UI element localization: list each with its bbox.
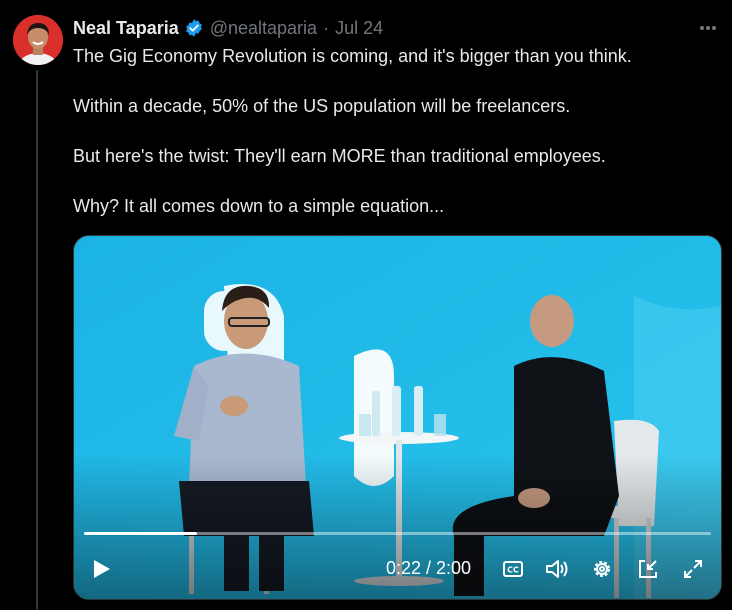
video-progress-bar[interactable]	[84, 532, 711, 535]
video-progress-fill	[84, 532, 197, 535]
svg-text:CC: CC	[507, 566, 519, 575]
author-handle[interactable]: @nealtaparia	[210, 18, 317, 39]
tweet-text: The Gig Economy Revolution is coming, an…	[73, 44, 713, 244]
tweet-header: Neal Taparia @nealtaparia · Jul 24	[73, 16, 722, 40]
author-name[interactable]: Neal Taparia	[73, 18, 179, 39]
volume-icon[interactable]	[544, 556, 570, 582]
avatar[interactable]	[13, 15, 63, 65]
video-time-display: 0:22 / 2:00	[386, 558, 472, 578]
tweet-paragraph: The Gig Economy Revolution is coming, an…	[73, 46, 632, 66]
verified-badge-icon	[184, 18, 204, 38]
video-player[interactable]: 0:22 / 2:00 CC	[73, 235, 722, 600]
separator-dot: ·	[323, 17, 330, 38]
more-options-icon[interactable]	[694, 16, 722, 40]
picture-in-picture-icon[interactable]	[635, 556, 661, 582]
thread-line	[36, 70, 38, 610]
tweet-paragraph: Within a decade, 50% of the US populatio…	[73, 96, 571, 116]
video-frame	[74, 236, 721, 599]
tweet-date[interactable]: Jul 24	[335, 18, 383, 39]
tweet-paragraph: But here's the twist: They'll earn MORE …	[73, 146, 606, 166]
play-icon[interactable]	[88, 556, 114, 582]
settings-gear-icon[interactable]	[589, 556, 615, 582]
fullscreen-icon[interactable]	[680, 556, 706, 582]
closed-captions-icon[interactable]: CC	[500, 556, 526, 582]
tweet-paragraph: Why? It all comes down to a simple equat…	[73, 196, 445, 216]
